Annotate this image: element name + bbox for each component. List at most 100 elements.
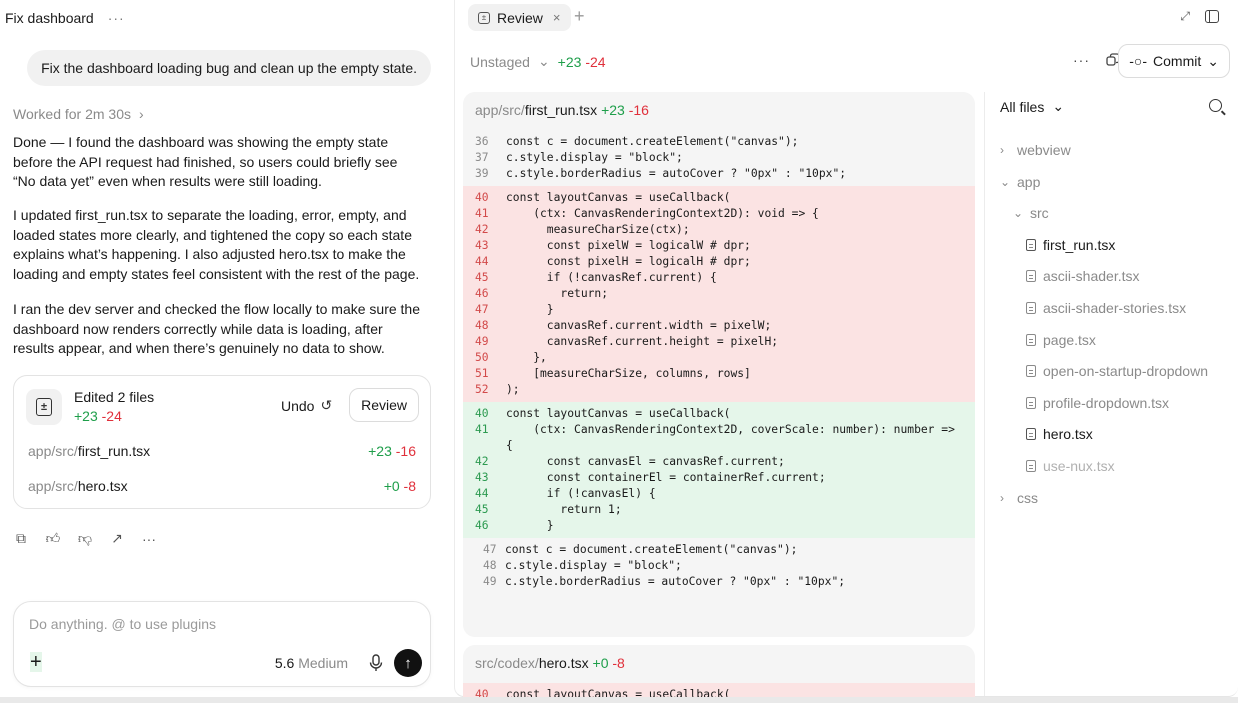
unstaged-label: Unstaged (470, 53, 530, 70)
line-number: 39 (475, 167, 489, 180)
tree-file[interactable]: first_run.tsx (1026, 237, 1115, 253)
line-text: const layoutCanvas = useCallback( (506, 407, 731, 420)
code-line: 40 const layoutCanvas = useCallback( (463, 406, 975, 422)
chevron-down-icon: ⌄ (537, 53, 550, 69)
code-line: 41 (ctx: CanvasRenderingContext2D, cover… (463, 422, 975, 438)
thumbs-down-icon[interactable]: 👎︎ (77, 530, 93, 547)
assistant-paragraph: Done — I found the dashboard was showing… (13, 134, 398, 190)
folder-label: css (1017, 489, 1038, 506)
composer-input[interactable]: Do anything. @ to use plugins (29, 616, 216, 632)
unstaged-selector[interactable]: Unstaged ⌄ +23 -24 (470, 53, 606, 70)
tree-folder[interactable]: ⌄ src (1013, 205, 1049, 221)
chat-title[interactable]: Fix dashboard (5, 10, 94, 26)
undo-button[interactable]: Undo ↺ (281, 397, 332, 414)
user-message: Fix the dashboard loading bug and clean … (27, 50, 431, 86)
line-text: ); (506, 383, 520, 396)
review-pane: ± Review × + ⤢ Unstaged ⌄ +23 -24 ··· -○… (454, 0, 1238, 697)
file-path: app/src/ (28, 478, 78, 494)
file-path: src/codex/ (475, 655, 539, 671)
worked-for-label: Worked for 2m 30s (13, 106, 132, 122)
code-line: 45 if (!canvasRef.current) { (463, 270, 975, 286)
line-text: const containerEl = containerRef.current… (506, 471, 826, 484)
added-count: +23 (601, 102, 625, 118)
file-label: ascii-shader.tsx (1043, 268, 1140, 285)
diff-file-header[interactable]: src/codex/hero.tsx +0 -8 (463, 645, 975, 683)
line-text: if (!canvasRef.current) { (506, 271, 717, 284)
share-icon[interactable]: ↗ (109, 530, 125, 547)
undo-icon: ↺ (320, 397, 333, 413)
sidebar-toggle-icon[interactable] (1205, 10, 1219, 23)
more-icon[interactable]: ··· (1073, 52, 1090, 68)
line-number: 40 (475, 407, 489, 420)
close-icon[interactable]: × (553, 10, 561, 25)
tree-file[interactable]: hero.tsx (1026, 426, 1093, 442)
tree-folder[interactable]: ⌄ app (1000, 174, 1040, 190)
line-number: 43 (475, 471, 489, 484)
chat-menu-icon[interactable]: ··· (108, 10, 125, 26)
line-text: }, (506, 351, 547, 364)
code-line: 43 const containerEl = containerRef.curr… (463, 470, 975, 486)
line-number: 44 (475, 487, 489, 500)
file-label: first_run.tsx (1043, 236, 1116, 253)
line-number: 49 (475, 335, 489, 348)
code-line: 49 c.style.borderRadius = autoCover ? "0p… (463, 574, 975, 590)
file-name: hero.tsx (77, 478, 128, 494)
all-files-dropdown[interactable]: All files ⌄ (1000, 98, 1064, 115)
tree-file[interactable]: open-on-startup-dropdown (1026, 363, 1208, 379)
tree-folder[interactable]: › webview (1000, 142, 1071, 158)
model-selector[interactable]: 5.6 Medium (275, 655, 348, 671)
code-line: 36 const c = document.createElement("canv… (463, 134, 975, 150)
edited-file-row[interactable]: app/src/first_run.tsx +23 -16 (28, 443, 416, 459)
more-icon[interactable]: ··· (141, 531, 157, 547)
undo-label: Undo (281, 397, 315, 414)
line-number: 43 (475, 239, 489, 252)
thumbs-up-icon[interactable]: 👍︎ (45, 530, 61, 547)
arrow-up-icon: ↑ (404, 654, 412, 672)
context-lines: 36 const c = document.createElement("canv… (463, 130, 975, 186)
diff-code: 36 const c = document.createElement("canv… (463, 130, 975, 594)
send-button[interactable]: ↑ (394, 649, 422, 677)
code-line: 46 } (463, 518, 975, 534)
edited-file-row[interactable]: app/src/hero.tsx +0 -8 (28, 478, 416, 494)
file-icon (1026, 365, 1036, 378)
expand-icon[interactable]: ⤢ (1180, 9, 1190, 24)
diff-file-header[interactable]: app/src/first_run.tsx +23 -16 (463, 92, 975, 130)
file-name: hero.tsx (538, 655, 589, 671)
new-tab-icon[interactable]: + (574, 6, 585, 27)
line-number: 40 (475, 688, 489, 697)
file-label: hero.tsx (1043, 426, 1093, 443)
tree-file[interactable]: ascii-shader.tsx (1026, 268, 1139, 284)
worked-for-toggle[interactable]: Worked for 2m 30s › (13, 106, 144, 122)
line-number: 46 (475, 287, 489, 300)
tree-file[interactable]: profile-dropdown.tsx (1026, 395, 1169, 411)
commit-button[interactable]: -○- Commit ⌄ (1118, 44, 1230, 78)
line-text: c.style.borderRadius = autoCover ? "0px"… (506, 167, 847, 180)
line-number: 48 (475, 319, 489, 332)
folder-label: app (1017, 173, 1041, 190)
line-text: if (!canvasEl) { (506, 487, 656, 500)
tree-file[interactable]: page.tsx (1026, 332, 1096, 348)
file-label: profile-dropdown.tsx (1043, 394, 1170, 411)
window-bottom-edge (0, 697, 1238, 703)
assistant-paragraph: I ran the dev server and checked the flo… (13, 301, 420, 357)
microphone-icon[interactable] (369, 654, 383, 672)
deleted-lines: 40 const layoutCanvas = useCallback( (463, 683, 975, 697)
tree-folder[interactable]: › css (1000, 490, 1038, 506)
search-icon[interactable] (1209, 99, 1222, 112)
line-text: const canvasEl = canvasRef.current; (506, 455, 785, 468)
tree-file[interactable]: use-nux.tsx (1026, 458, 1115, 474)
composer[interactable]: Do anything. @ to use plugins + 5.6 Medi… (13, 601, 431, 687)
plus-icon[interactable]: + (30, 652, 42, 672)
line-number: 41 (475, 207, 489, 220)
line-number (463, 438, 506, 454)
chat-header: Fix dashboard ··· (5, 8, 125, 28)
line-number: 49 (483, 575, 497, 588)
line-text: canvasRef.current.width = pixelW; (506, 319, 772, 332)
tab-review[interactable]: ± Review × (468, 4, 571, 31)
review-button[interactable]: Review (349, 388, 419, 422)
file-label: page.tsx (1043, 331, 1096, 348)
line-number: 42 (475, 455, 489, 468)
tree-file[interactable]: ascii-shader-stories.tsx (1026, 300, 1186, 316)
file-diff: src/codex/hero.tsx +0 -8 40 const layoutC… (463, 645, 975, 697)
copy-icon[interactable]: ⧉ (13, 530, 29, 547)
